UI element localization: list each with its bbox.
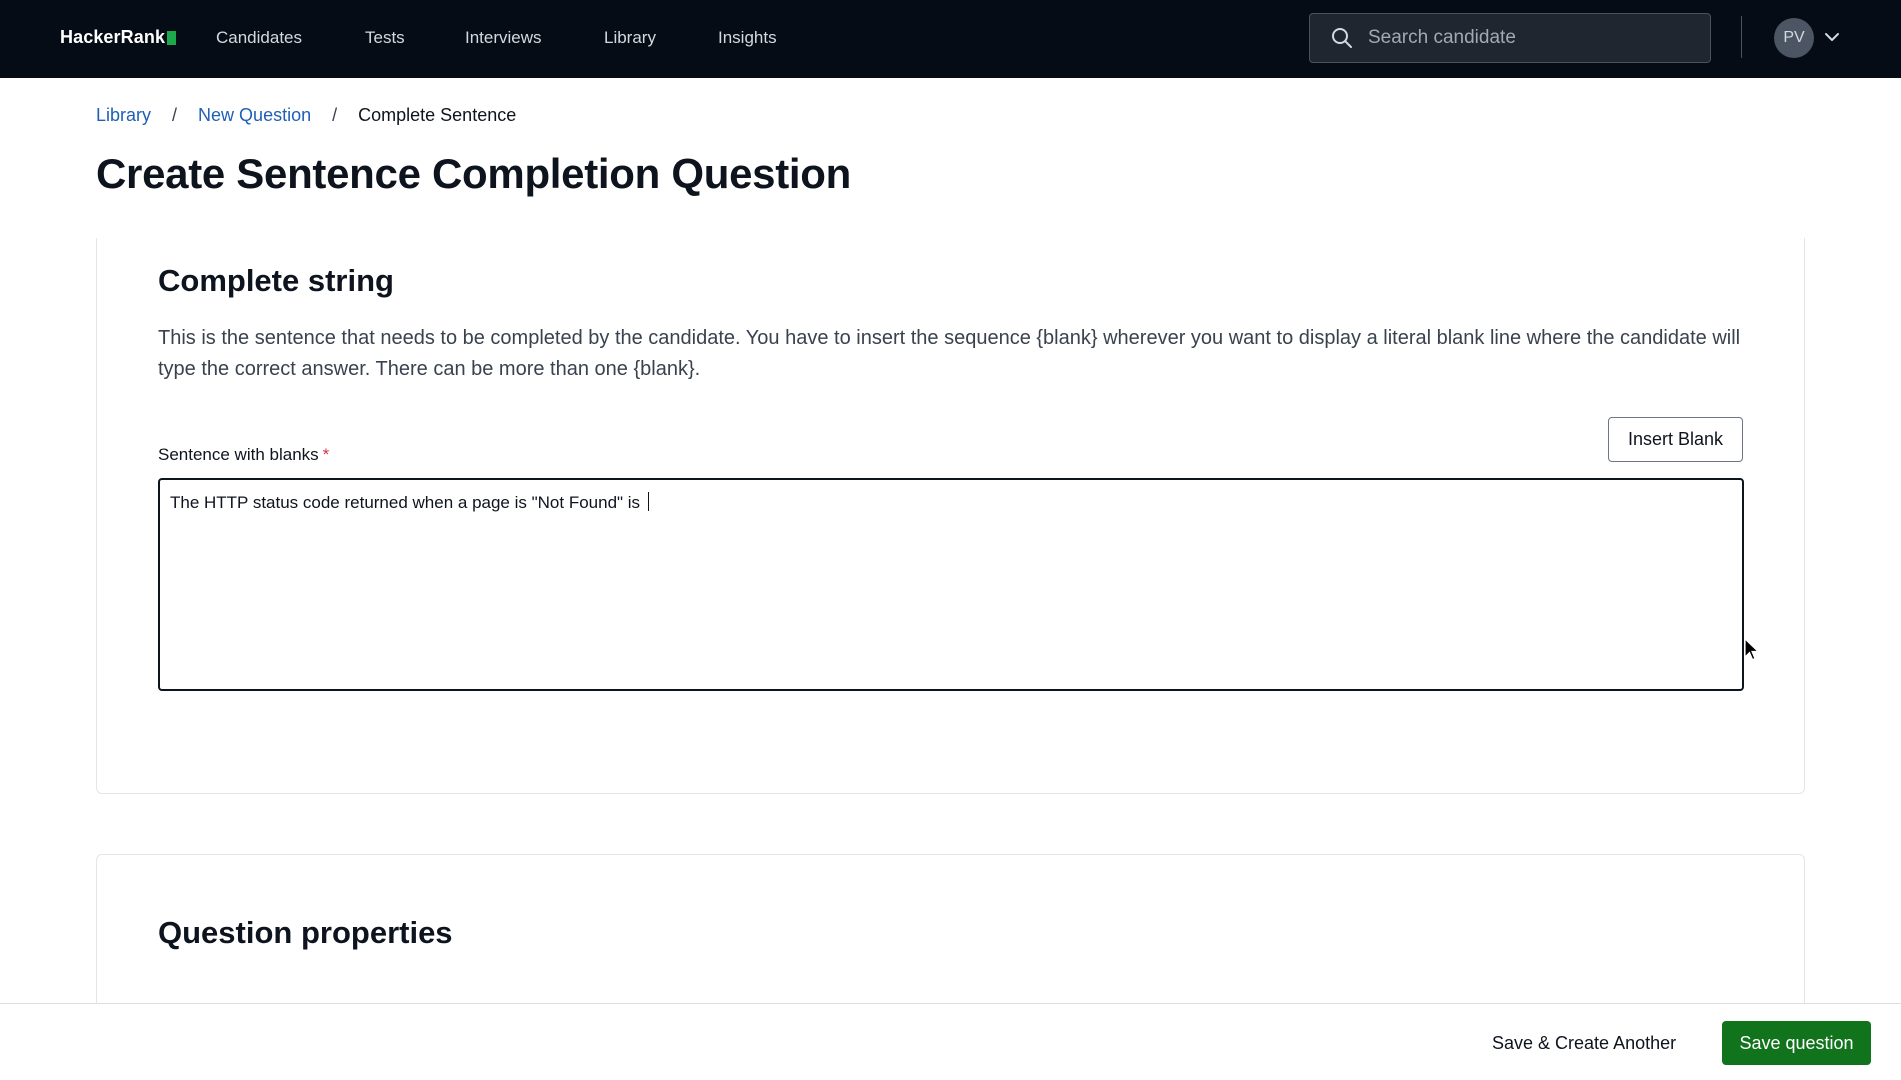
- section-title: Question properties: [158, 915, 453, 950]
- logo-text: HackerRank: [60, 27, 166, 47]
- save-question-button[interactable]: Save question: [1722, 1021, 1871, 1065]
- chevron-down-icon[interactable]: [1823, 28, 1841, 46]
- field-label-text: Sentence with blanks: [158, 445, 319, 464]
- search-box[interactable]: [1309, 13, 1711, 63]
- breadcrumb-new-question[interactable]: New Question: [198, 105, 311, 126]
- search-icon: [1332, 28, 1352, 48]
- section-title: Complete string: [158, 263, 394, 298]
- nav-item-candidates[interactable]: Candidates: [216, 28, 302, 48]
- breadcrumb-separator: /: [332, 105, 338, 125]
- breadcrumb: Library / New Question / Complete Senten…: [96, 105, 516, 126]
- required-marker: *: [322, 445, 330, 464]
- breadcrumb-current: Complete Sentence: [358, 105, 517, 125]
- section-description: This is the sentence that needs to be co…: [158, 327, 1741, 380]
- save-create-another-button[interactable]: Save & Create Another: [1478, 1022, 1691, 1064]
- avatar[interactable]: PV: [1774, 18, 1814, 58]
- search-input[interactable]: [1368, 27, 1698, 49]
- top-nav: HackerRank Candidates Tests Interviews L…: [0, 0, 1901, 78]
- nav-item-library[interactable]: Library: [604, 28, 656, 48]
- logo-mark: [167, 30, 177, 45]
- breadcrumb-separator: /: [172, 105, 178, 125]
- breadcrumb-library[interactable]: Library: [96, 105, 151, 126]
- nav-item-insights[interactable]: Insights: [718, 28, 777, 48]
- nav-divider: [1741, 16, 1742, 58]
- text-caret: [647, 492, 649, 511]
- mouse-cursor-icon: [1744, 638, 1760, 661]
- sentence-value: The HTTP status code returned when a pag…: [170, 493, 645, 512]
- sentence-textarea[interactable]: The HTTP status code returned when a pag…: [158, 478, 1744, 691]
- insert-blank-button[interactable]: Insert Blank: [1608, 417, 1743, 462]
- footer-action-bar: Save & Create Another Save question: [0, 1003, 1901, 1080]
- page-title: Create Sentence Completion Question: [96, 150, 851, 197]
- nav-item-tests[interactable]: Tests: [365, 28, 405, 48]
- sentence-field-label: Sentence with blanks *: [158, 445, 329, 465]
- complete-string-card: Complete string This is the sentence tha…: [96, 238, 1805, 794]
- hackerrank-logo[interactable]: HackerRank: [60, 27, 177, 48]
- nav-item-interviews[interactable]: Interviews: [465, 28, 542, 48]
